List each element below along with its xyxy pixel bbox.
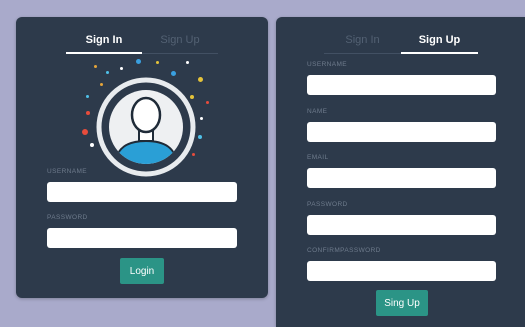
avatar-illustration <box>76 55 216 183</box>
tab-sign-up[interactable]: Sign Up <box>401 34 478 54</box>
user-avatar-icon <box>96 77 196 177</box>
signup-confirm-password-label: CONFIRMPASSWORD <box>307 247 381 254</box>
signin-tabs: Sign In Sign Up <box>66 34 218 54</box>
sign-up-button[interactable]: Sing Up <box>376 290 428 316</box>
signin-card: Sign In Sign Up USERNAME PASSWORD Login <box>16 17 268 298</box>
signup-username-input[interactable] <box>307 75 496 95</box>
signin-username-input[interactable] <box>47 182 237 202</box>
signup-tabs: Sign In Sign Up <box>324 34 478 54</box>
signin-password-label: PASSWORD <box>47 214 88 221</box>
signup-email-input[interactable] <box>307 168 496 188</box>
tab-sign-in[interactable]: Sign In <box>66 34 142 54</box>
signup-email-label: EMAIL <box>307 154 329 161</box>
tab-sign-in[interactable]: Sign In <box>324 34 401 54</box>
signin-username-label: USERNAME <box>47 168 88 175</box>
signup-username-label: USERNAME <box>307 61 348 68</box>
tab-sign-up[interactable]: Sign Up <box>142 34 218 54</box>
signup-confirm-password-input[interactable] <box>307 261 496 281</box>
signup-password-label: PASSWORD <box>307 201 348 208</box>
signup-name-input[interactable] <box>307 122 496 142</box>
signup-password-input[interactable] <box>307 215 496 235</box>
signin-password-input[interactable] <box>47 228 237 248</box>
login-button[interactable]: Login <box>120 258 164 284</box>
signup-card: Sign In Sign Up USERNAME NAME EMAIL PASS… <box>276 17 525 327</box>
signup-name-label: NAME <box>307 108 328 115</box>
